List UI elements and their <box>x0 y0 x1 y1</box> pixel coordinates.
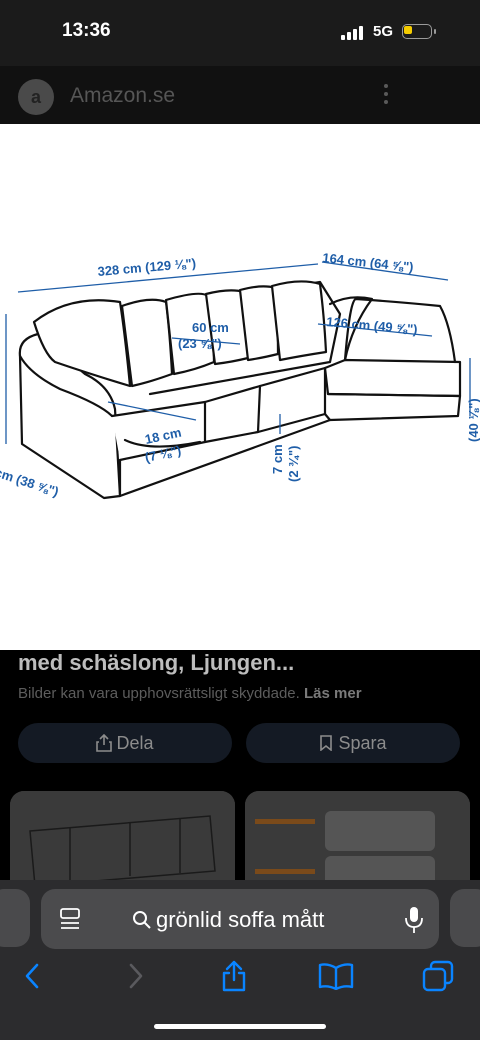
network-label: 5G <box>373 23 394 40</box>
share-icon <box>96 734 113 752</box>
dim-height: (40 ⅛") <box>466 398 480 442</box>
sofa-drawing: 328 cm (129 ⅛") 164 cm (64 ⅝") 60 cm (23… <box>0 250 480 500</box>
save-label: Spara <box>338 732 387 753</box>
bookmarks-button[interactable] <box>318 958 354 994</box>
sofa-dimension-image[interactable]: 328 cm (129 ⅛") 164 cm (64 ⅝") 60 cm (23… <box>0 124 480 650</box>
back-button[interactable] <box>14 958 50 994</box>
dim-seat-depth-in: (23 ⅝") <box>178 336 222 351</box>
battery-level <box>404 26 412 34</box>
dim-chaise-depth: 126 cm (49 ⅝") <box>326 314 418 337</box>
dim-leg-in: (2 ¾") <box>286 445 301 482</box>
result-caption[interactable]: med schäslong, Ljungen... <box>18 650 294 676</box>
site-name[interactable]: Amazon.se <box>70 84 175 108</box>
dim-seat-depth: 60 cm <box>192 320 229 335</box>
amazon-logo-icon: a <box>18 79 54 115</box>
search-icon <box>133 911 151 929</box>
forward-icon <box>129 963 143 989</box>
share-page-button[interactable] <box>216 958 252 994</box>
signal-icon <box>341 26 363 40</box>
microphone-icon[interactable] <box>404 906 424 934</box>
copyright-text: Bilder kan vara upphovsrättsligt skyddad… <box>18 685 300 702</box>
forward-button[interactable] <box>118 958 154 994</box>
read-more-link[interactable]: Läs mer <box>304 685 362 702</box>
status-time: 13:36 <box>62 20 111 41</box>
battery-tip <box>434 29 436 34</box>
bookmark-icon <box>320 735 333 751</box>
dim-depth: cm (38 ⅝") <box>0 465 61 500</box>
page-menu-icon[interactable] <box>58 908 82 930</box>
bookmarks-icon <box>318 963 354 990</box>
dim-chaise-width: 164 cm (64 ⅝") <box>322 250 415 274</box>
home-indicator <box>154 1024 326 1029</box>
share-button[interactable]: Dela <box>18 723 232 763</box>
tabs-icon <box>422 960 454 992</box>
share-label: Dela <box>116 732 154 753</box>
save-button[interactable]: Spara <box>246 723 460 763</box>
tabs-button[interactable] <box>420 958 456 994</box>
search-field[interactable]: grönlid soffa mått <box>132 907 324 933</box>
back-icon <box>25 963 39 989</box>
search-query: grönlid soffa mått <box>156 907 325 932</box>
dim-width-total: 328 cm (129 ⅛") <box>97 255 197 279</box>
more-options-icon[interactable] <box>383 84 389 106</box>
dim-leg: 7 cm <box>270 444 285 474</box>
share-icon <box>222 960 246 992</box>
previous-tab-preview[interactable] <box>0 889 30 947</box>
copyright-notice: Bilder kan vara upphovsrättsligt skyddad… <box>18 685 362 702</box>
next-tab-preview[interactable] <box>450 889 480 947</box>
